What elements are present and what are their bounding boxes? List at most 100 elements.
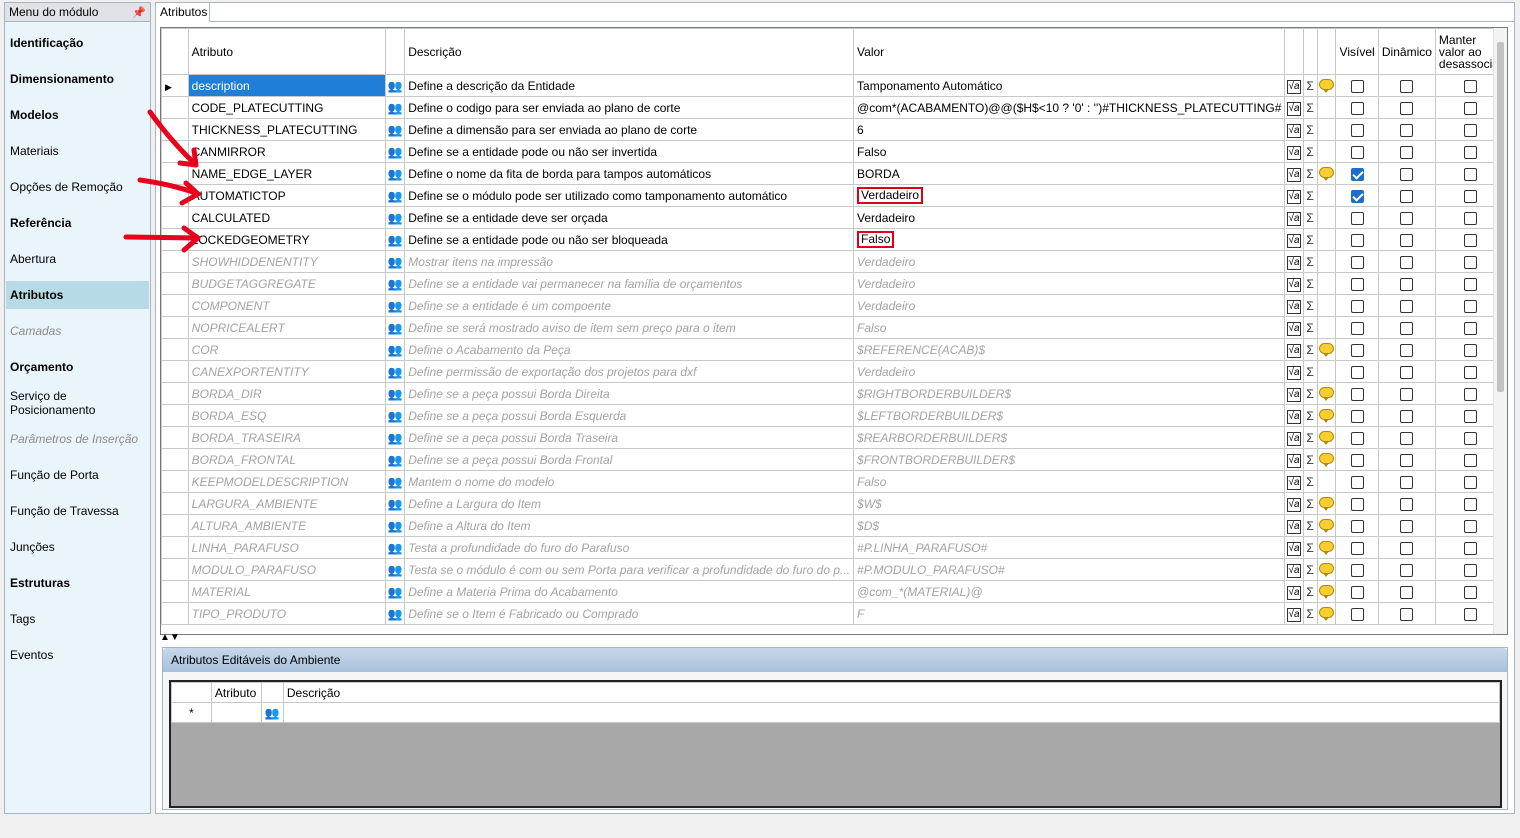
dynamic-cell[interactable] <box>1377 162 1436 185</box>
comment-cell[interactable] <box>1316 580 1337 603</box>
dynamic-checkbox[interactable] <box>1400 211 1414 225</box>
formula-cell[interactable]: √a <box>1284 162 1304 185</box>
value-cell[interactable]: @com_*(MATERIAL)@ <box>853 580 1286 603</box>
attribute-cell[interactable]: MATERIAL <box>187 580 387 603</box>
row-header[interactable] <box>161 206 189 229</box>
subgrid-new-row[interactable]: * 👥 <box>171 702 1501 723</box>
formula-cell[interactable]: √a <box>1284 470 1304 493</box>
visible-checkbox[interactable] <box>1350 585 1364 599</box>
sigma-icon[interactable]: Σ <box>1306 211 1313 225</box>
table-row[interactable]: CANEXPORTENTITY 👥 Define permissão de expo… <box>161 360 1507 383</box>
description-cell[interactable]: Define a Largura do Item <box>404 492 855 515</box>
formula-cell[interactable]: √a <box>1284 580 1304 603</box>
visible-cell[interactable] <box>1335 470 1379 493</box>
value-cell[interactable]: Falso <box>853 140 1286 163</box>
comment-bubble-icon[interactable] <box>1318 78 1334 93</box>
formula-icon[interactable]: √a <box>1287 145 1302 160</box>
table-row[interactable]: CODE_PLATECUTTING 👥 Define o codigo para s… <box>161 96 1507 119</box>
lookup-cell[interactable]: 👥 <box>385 74 406 97</box>
row-header[interactable] <box>161 118 189 141</box>
table-row[interactable]: ▶ description 👥 Define a descrição da Entid… <box>161 74 1507 97</box>
subgrid-header-description[interactable]: Descrição <box>282 682 1501 703</box>
keep-checkbox[interactable] <box>1464 277 1478 291</box>
keep-checkbox[interactable] <box>1464 189 1478 203</box>
description-cell[interactable]: Define se a entidade pode ou não ser inv… <box>404 140 855 163</box>
visible-cell[interactable] <box>1335 492 1379 515</box>
sigma-icon[interactable]: Σ <box>1306 167 1313 181</box>
lookup-cell[interactable]: 👥 <box>385 206 406 229</box>
new-row-lookup-cell[interactable]: 👥 <box>260 702 284 723</box>
formula-cell[interactable]: √a <box>1284 118 1304 141</box>
lookup-cell[interactable]: 👥 <box>385 96 406 119</box>
binoculars-icon[interactable]: 👥 <box>388 453 403 467</box>
table-row[interactable]: CALCULATED 👥 Define se a entidade deve ser… <box>161 206 1507 229</box>
comment-cell[interactable] <box>1316 338 1337 361</box>
sidebar-item-14[interactable]: Junções <box>6 533 149 561</box>
keep-checkbox[interactable] <box>1464 607 1478 621</box>
table-row[interactable]: MODULO_PARAFUSO 👥 Testa se o módulo é com … <box>161 558 1507 581</box>
lookup-cell[interactable]: 👥 <box>385 140 406 163</box>
dynamic-checkbox[interactable] <box>1400 409 1414 423</box>
comment-cell[interactable] <box>1316 228 1337 251</box>
dynamic-cell[interactable] <box>1377 206 1436 229</box>
visible-checkbox[interactable] <box>1350 321 1364 335</box>
dynamic-checkbox[interactable] <box>1400 123 1414 137</box>
sigma-icon[interactable]: Σ <box>1306 189 1313 203</box>
sidebar-item-0[interactable]: Identificação <box>6 29 149 57</box>
sigma-icon[interactable]: Σ <box>1306 431 1313 445</box>
formula-icon[interactable]: √a <box>1287 365 1302 380</box>
attribute-cell[interactable]: LINHA_PARAFUSO <box>187 536 387 559</box>
visible-cell[interactable] <box>1335 96 1379 119</box>
visible-cell[interactable] <box>1335 184 1379 207</box>
description-cell[interactable]: Define o codigo para ser enviada ao plan… <box>404 96 855 119</box>
description-cell[interactable]: Define o Acabamento da Peça <box>404 338 855 361</box>
splitter-arrows-icon[interactable]: ▲▼ <box>160 632 180 643</box>
value-cell[interactable]: $LEFTBORDERBUILDER$ <box>853 404 1286 427</box>
formula-cell[interactable]: √a <box>1284 382 1304 405</box>
binoculars-icon[interactable]: 👥 <box>388 145 403 159</box>
comment-bubble-icon[interactable] <box>1318 166 1334 181</box>
row-header[interactable] <box>161 360 189 383</box>
lookup-cell[interactable]: 👥 <box>385 162 406 185</box>
comment-bubble-icon[interactable] <box>1318 496 1334 511</box>
sidebar-item-17[interactable]: Eventos <box>6 641 149 669</box>
dynamic-checkbox[interactable] <box>1400 79 1414 93</box>
comment-bubble-icon[interactable] <box>1318 342 1334 357</box>
sidebar-item-8[interactable]: Camadas <box>6 317 149 345</box>
row-header[interactable] <box>161 382 189 405</box>
sigma-cell[interactable]: Σ <box>1302 294 1318 317</box>
sigma-cell[interactable]: Σ <box>1302 228 1318 251</box>
attribute-cell[interactable]: LOCKEDGEOMETRY <box>187 228 387 251</box>
description-cell[interactable]: Define se a peça possui Borda Frontal <box>404 448 855 471</box>
description-cell[interactable]: Define se o Item é Fabricado ou Comprado <box>404 602 855 625</box>
dynamic-checkbox[interactable] <box>1400 387 1414 401</box>
column-header-visible[interactable]: Visível <box>1335 28 1379 75</box>
binoculars-icon[interactable]: 👥 <box>388 541 403 555</box>
lookup-cell[interactable]: 👥 <box>385 294 406 317</box>
formula-icon[interactable]: √a <box>1287 453 1302 468</box>
formula-cell[interactable]: √a <box>1284 492 1304 515</box>
sigma-icon[interactable]: Σ <box>1306 101 1313 115</box>
dynamic-cell[interactable] <box>1377 184 1436 207</box>
sigma-cell[interactable]: Σ <box>1302 74 1318 97</box>
formula-cell[interactable]: √a <box>1284 184 1304 207</box>
formula-cell[interactable]: √a <box>1284 558 1304 581</box>
formula-cell[interactable]: √a <box>1284 360 1304 383</box>
row-header[interactable] <box>161 316 189 339</box>
description-cell[interactable]: Define se a peça possui Borda Esquerda <box>404 404 855 427</box>
dynamic-cell[interactable] <box>1377 580 1436 603</box>
comment-cell[interactable] <box>1316 162 1337 185</box>
description-cell[interactable]: Define se a entidade é um compoente <box>404 294 855 317</box>
comment-cell[interactable] <box>1316 536 1337 559</box>
comment-cell[interactable] <box>1316 382 1337 405</box>
sigma-icon[interactable]: Σ <box>1306 475 1313 489</box>
sidebar-item-1[interactable]: Dimensionamento <box>6 65 149 93</box>
dynamic-checkbox[interactable] <box>1400 167 1414 181</box>
sigma-cell[interactable]: Σ <box>1302 558 1318 581</box>
formula-icon[interactable]: √a <box>1287 343 1302 358</box>
visible-cell[interactable] <box>1335 338 1379 361</box>
lookup-cell[interactable]: 👥 <box>385 360 406 383</box>
visible-checkbox[interactable] <box>1350 343 1364 357</box>
sidebar-item-12[interactable]: Função de Porta <box>6 461 149 489</box>
value-cell[interactable]: $D$ <box>853 514 1286 537</box>
